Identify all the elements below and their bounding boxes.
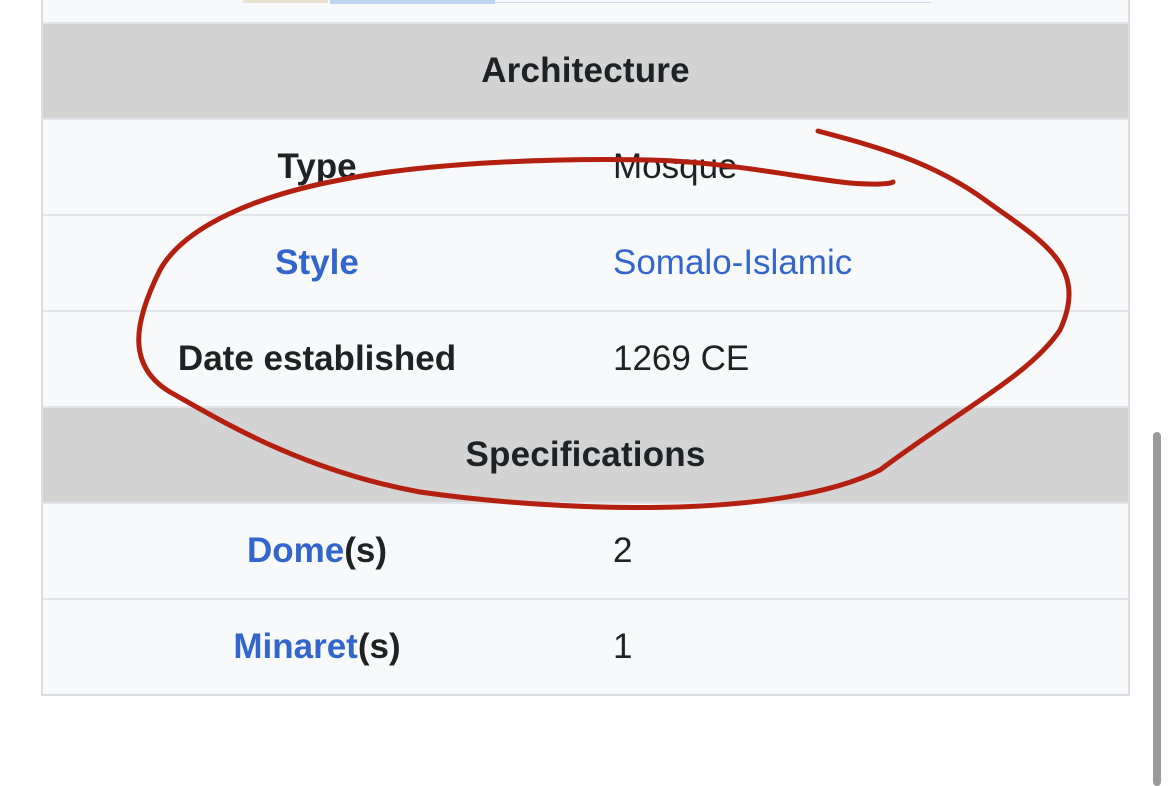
- infobox-row-style: Style Somalo-Islamic: [43, 216, 1128, 312]
- label-text: Date established: [177, 339, 457, 378]
- label-suffix: (s): [344, 531, 388, 570]
- dome-link[interactable]: Dome: [247, 531, 344, 570]
- row-label: Type: [43, 120, 591, 214]
- image-strip: [43, 0, 1128, 24]
- image-thumbnail-edge[interactable]: [330, 0, 495, 4]
- scrollbar[interactable]: [1153, 432, 1161, 786]
- infobox-row-date-established: Date established 1269 CE: [43, 312, 1128, 408]
- label-suffix: (s): [357, 627, 401, 666]
- section-title: Architecture: [481, 51, 690, 90]
- label-text: Type: [277, 147, 357, 186]
- value-text: 2: [613, 531, 633, 570]
- row-label: Style: [43, 216, 591, 310]
- value-text: 1: [613, 627, 633, 666]
- somalo-islamic-link[interactable]: Somalo-Islamic: [613, 243, 852, 283]
- row-label: Date established: [43, 312, 591, 406]
- style-link[interactable]: Style: [275, 243, 359, 283]
- infobox: Architecture Type Mosque Style Somalo-Is…: [41, 0, 1130, 696]
- row-label: Minaret(s): [43, 600, 591, 694]
- section-header-specifications: Specifications: [43, 408, 1128, 504]
- row-value: Mosque: [613, 120, 738, 214]
- section-header-architecture: Architecture: [43, 24, 1128, 120]
- row-value: 1269 CE: [613, 312, 749, 406]
- section-title: Specifications: [465, 435, 706, 474]
- value-text: 1269 CE: [613, 339, 750, 378]
- minaret-link[interactable]: Minaret: [233, 627, 357, 666]
- infobox-row-type: Type Mosque: [43, 120, 1128, 216]
- infobox-row-minarets: Minaret(s) 1: [43, 600, 1128, 694]
- image-thumbnail-edge: [495, 2, 931, 3]
- value-text: Mosque: [613, 147, 738, 186]
- image-thumbnail-edge[interactable]: [243, 0, 328, 3]
- row-value: 1: [613, 600, 632, 694]
- row-label: Dome(s): [43, 504, 591, 598]
- row-value: Somalo-Islamic: [613, 216, 852, 310]
- row-value: 2: [613, 504, 632, 598]
- infobox-row-domes: Dome(s) 2: [43, 504, 1128, 600]
